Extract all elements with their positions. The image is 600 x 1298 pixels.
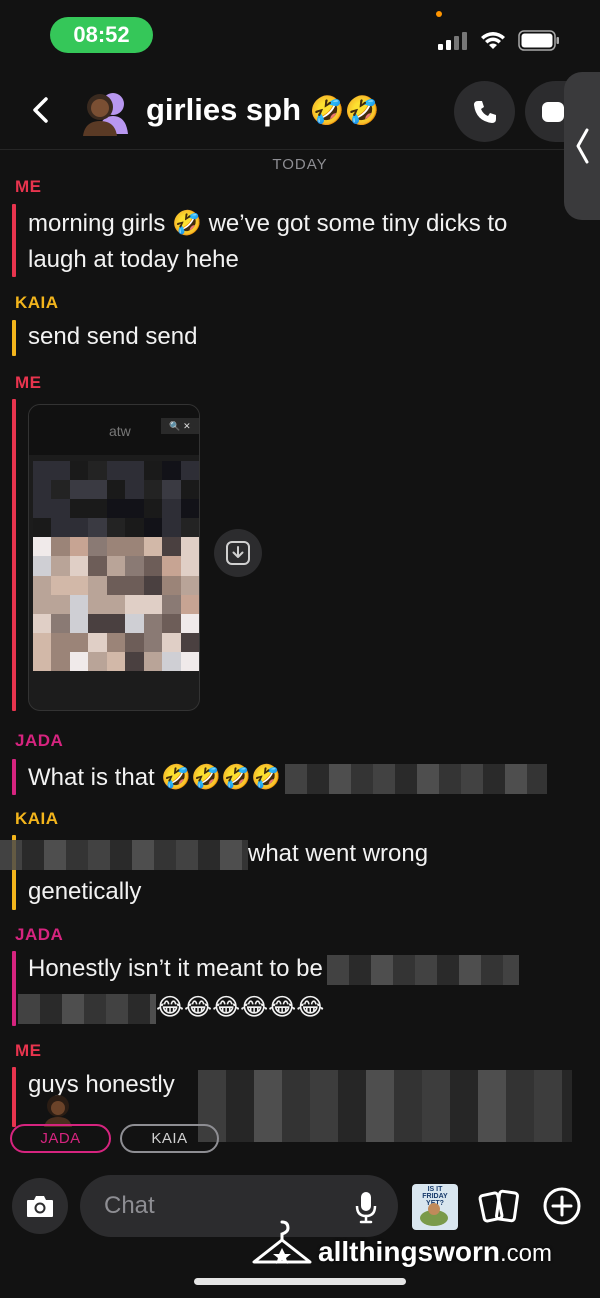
- download-icon: [226, 541, 250, 565]
- media-toolbar: atw 🔍 ✕: [29, 405, 199, 455]
- message-text[interactable]: 😂😂😂😂😂😂: [18, 990, 324, 1026]
- title-emoji: 🤣🤣: [309, 95, 380, 126]
- message-sender: ME: [15, 177, 42, 196]
- wifi-icon: [481, 32, 505, 49]
- privacy-indicator-dot: [436, 11, 442, 17]
- message-bar: [12, 399, 16, 711]
- message-sender: ME: [15, 373, 42, 392]
- message-text[interactable]: What is that 🤣🤣🤣🤣: [28, 760, 547, 796]
- media-attachment[interactable]: atw 🔍 ✕: [28, 404, 200, 711]
- battery-icon: [518, 30, 559, 51]
- message-bar: [12, 204, 16, 277]
- redacted-text: [326, 954, 519, 985]
- side-panel-handle[interactable]: [564, 72, 600, 220]
- message-bar: [12, 951, 16, 1026]
- hanger-logo-icon: [252, 1220, 312, 1264]
- message-bar: [12, 320, 16, 356]
- group-avatar-icon[interactable]: [80, 86, 130, 136]
- video-icon: [542, 101, 564, 122]
- message-text-content: 😂😂😂😂😂😂: [156, 994, 325, 1021]
- save-media-button[interactable]: [214, 529, 262, 577]
- watermark-name: allthingsworn: [318, 1236, 500, 1267]
- chat-title-text: girlies sph: [146, 92, 302, 127]
- message-text[interactable]: laugh at today hehe: [28, 242, 239, 278]
- cellular-signal-icon: [438, 32, 467, 50]
- status-time: 08:52: [50, 17, 153, 53]
- date-separator: TODAY: [272, 156, 328, 173]
- message-sender: KAIA: [15, 809, 59, 828]
- back-arrow-icon[interactable]: [22, 91, 60, 129]
- message-sender: KAIA: [15, 293, 59, 312]
- message-sender: JADA: [15, 731, 64, 750]
- message-sender: ME: [15, 1041, 42, 1060]
- message-text-content: What is that 🤣🤣🤣🤣: [28, 764, 281, 791]
- reply-chip-jada[interactable]: JADA: [10, 1124, 111, 1153]
- watermark: allthingsworn.com: [250, 1218, 590, 1282]
- camera-button[interactable]: [12, 1178, 68, 1234]
- media-controls: 🔍 ✕: [161, 418, 199, 434]
- media-brand: atw: [109, 423, 131, 439]
- home-indicator[interactable]: [194, 1278, 406, 1285]
- call-button[interactable]: [454, 81, 515, 142]
- watermark-text: allthingsworn.com: [318, 1236, 552, 1268]
- blurred-image: [33, 461, 199, 671]
- camera-icon: [27, 1196, 53, 1217]
- message-text-content: Honestly isn’t it meant to be: [28, 955, 323, 982]
- bitmoji-avatar-icon: [44, 1095, 72, 1127]
- message-sender: JADA: [15, 925, 64, 944]
- phone-icon: [473, 100, 496, 123]
- message-text-content: what went wrong: [248, 840, 429, 867]
- message-text[interactable]: genetically: [28, 874, 141, 910]
- message-bar: [12, 759, 16, 795]
- message-text[interactable]: send send send: [28, 319, 197, 355]
- reply-chip-kaia[interactable]: KAIA: [120, 1124, 219, 1153]
- redacted-text: [0, 839, 248, 870]
- message-bar: [12, 1067, 16, 1127]
- message-text[interactable]: morning girls 🤣 we’ve got some tiny dick…: [28, 206, 507, 242]
- message-text[interactable]: Honestly isn’t it meant to be: [28, 951, 519, 987]
- redacted-text: [284, 763, 547, 794]
- redacted-text: [18, 993, 156, 1024]
- chat-title[interactable]: girlies sph 🤣🤣: [146, 92, 379, 128]
- chat-header: girlies sph 🤣🤣: [0, 72, 600, 150]
- status-bar: 08:52: [0, 0, 600, 70]
- message-text[interactable]: what went wrong: [0, 836, 428, 872]
- redacted-text: [198, 1070, 572, 1142]
- watermark-domain: .com: [500, 1240, 553, 1267]
